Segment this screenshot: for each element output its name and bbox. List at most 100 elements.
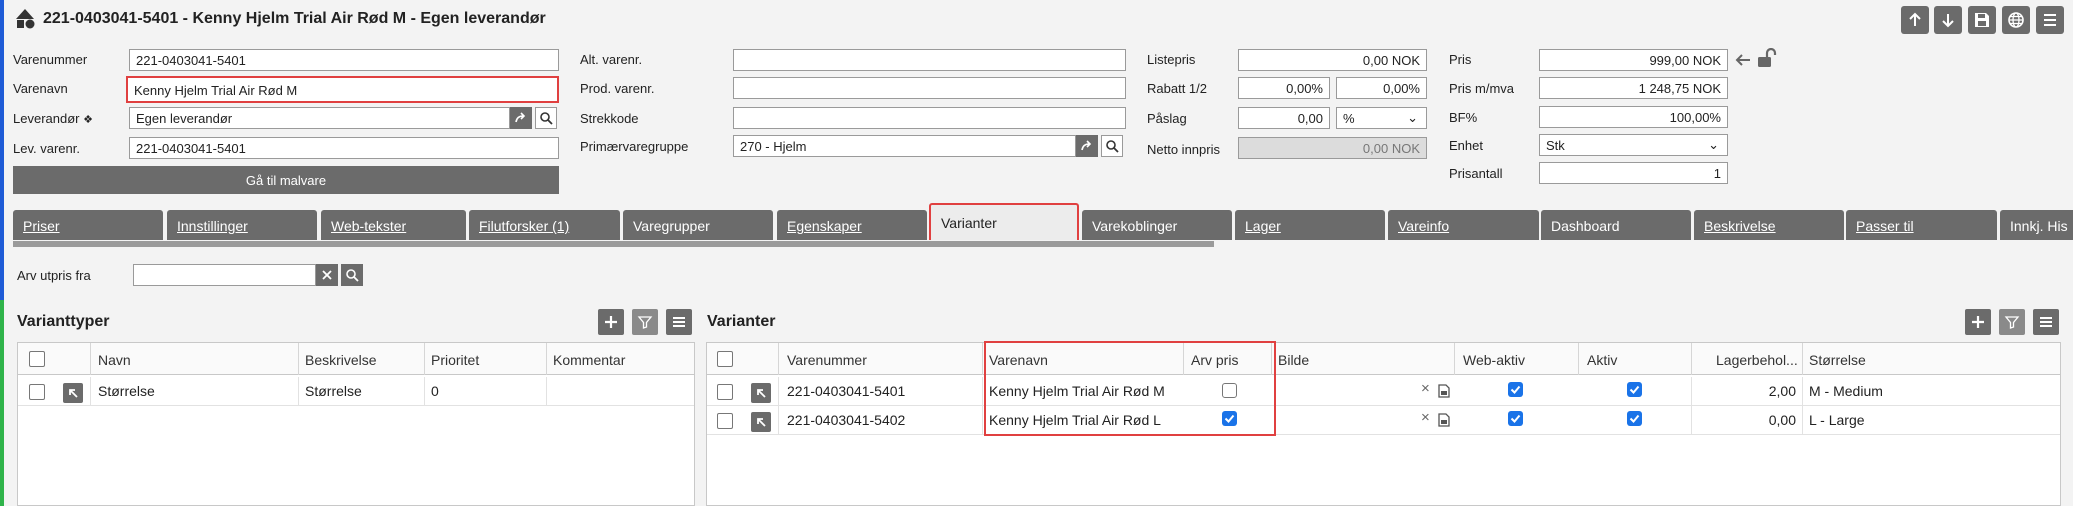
varenavn-field[interactable]: Kenny Hjelm Trial Air Rød M: [126, 76, 559, 103]
globe-button[interactable]: [2002, 6, 2030, 34]
search-icon: [1106, 140, 1119, 153]
altvarenr-label: Alt. varenr.: [580, 52, 643, 67]
cell-storrelse: L - Large: [1802, 406, 2062, 434]
listepris-field[interactable]: 0,00 NOK: [1238, 49, 1427, 71]
hamburger-icon: [2044, 14, 2056, 26]
open-row-button[interactable]: [63, 383, 83, 403]
open-row-button[interactable]: [751, 412, 771, 432]
paslag-unit-value: %: [1343, 111, 1355, 126]
leverandor-search-button[interactable]: [535, 107, 557, 129]
arrow-up-button[interactable]: [1901, 6, 1929, 34]
arv-label: Arv utpris fra: [17, 268, 91, 283]
aktiv-checkbox[interactable]: [1627, 411, 1642, 426]
tab-beskrivelse[interactable]: Beskrivelse: [1694, 210, 1844, 240]
column-header-aktiv[interactable]: Aktiv: [1578, 343, 1691, 375]
tab-web-tekster[interactable]: Web-tekster: [321, 210, 466, 240]
arv-clear-button[interactable]: [316, 264, 338, 286]
levvarenr-field[interactable]: 221-0403041-5401: [129, 137, 559, 159]
arrow-up-icon: [1909, 12, 1921, 26]
column-header-bilde[interactable]: Bilde: [1271, 343, 1454, 375]
pris-label: Pris: [1449, 52, 1472, 67]
enhet-value: Stk: [1546, 138, 1565, 153]
varenummer-field[interactable]: 221-0403041-5401: [129, 49, 559, 71]
column-header-lagerbeholdning[interactable]: Lagerbehol...: [1691, 343, 1802, 375]
column-header-prioritet[interactable]: Prioritet: [424, 343, 546, 375]
rabatt1-field[interactable]: 0,00%: [1238, 77, 1330, 99]
column-header-storrelse[interactable]: Størrelse: [1802, 343, 2062, 375]
varianttyper-menu-button[interactable]: [666, 309, 692, 335]
column-header-varenummer[interactable]: Varenummer: [778, 343, 982, 375]
file-image-icon[interactable]: [1438, 384, 1450, 398]
menu-button[interactable]: [2036, 6, 2064, 34]
tab-priser[interactable]: Priser: [13, 210, 163, 240]
paslag-field[interactable]: 0,00: [1238, 107, 1330, 129]
strekkode-field[interactable]: [733, 107, 1126, 129]
web-aktiv-checkbox[interactable]: [1508, 411, 1523, 426]
paslag-unit-select[interactable]: % ⌄: [1336, 107, 1427, 129]
tab-varianter[interactable]: Varianter: [929, 203, 1079, 240]
row-checkbox[interactable]: [29, 384, 45, 400]
column-header-navn[interactable]: Navn: [90, 343, 298, 375]
varegruppe-goto-button[interactable]: [1076, 135, 1098, 157]
prisantall-field[interactable]: 1: [1539, 162, 1728, 184]
cell-varenummer: 221-0403041-5402: [778, 406, 982, 434]
shapes-logo-icon: [16, 9, 35, 29]
varianttyper-filter-button[interactable]: [632, 309, 658, 335]
prodvarenr-field[interactable]: [733, 77, 1126, 99]
varianter-menu-button[interactable]: [2033, 309, 2059, 335]
tab-varegrupper[interactable]: Varegrupper: [623, 210, 773, 240]
leverandor-label: Leverandør ❖: [13, 111, 93, 126]
tab-egenskaper[interactable]: Egenskaper: [777, 210, 927, 240]
open-row-button[interactable]: [751, 383, 771, 403]
enhet-select[interactable]: Stk ⌄: [1539, 134, 1728, 156]
row-checkbox[interactable]: [717, 413, 733, 429]
varianttyper-header-row: Navn Beskrivelse Prioritet Kommentar: [18, 343, 694, 375]
tab-passer-til[interactable]: Passer til: [1846, 210, 1997, 240]
varianttyper-grid: Navn Beskrivelse Prioritet Kommentar Stø…: [17, 342, 695, 506]
primaervaregruppe-field[interactable]: 270 - Hjelm: [733, 135, 1076, 157]
web-aktiv-checkbox[interactable]: [1508, 382, 1523, 397]
arrow-left-icon[interactable]: [1734, 52, 1752, 68]
clear-image-icon[interactable]: ×: [1421, 409, 1430, 426]
file-image-icon[interactable]: [1438, 413, 1450, 427]
tab-innkj-his[interactable]: Innkj. His: [2000, 210, 2073, 240]
leverandor-goto-button[interactable]: [510, 107, 532, 129]
bf-field[interactable]: 100,00%: [1539, 106, 1728, 128]
cell-prioritet: 0: [424, 377, 546, 405]
column-header-beskrivelse[interactable]: Beskrivelse: [298, 343, 424, 375]
tab-varekoblinger[interactable]: Varekoblinger: [1082, 210, 1232, 240]
globe-icon: [2008, 12, 2024, 28]
tab-dashboard[interactable]: Dashboard: [1541, 210, 1691, 240]
varegruppe-search-button[interactable]: [1101, 135, 1123, 157]
column-header-kommentar[interactable]: Kommentar: [546, 343, 696, 375]
arrow-down-button[interactable]: [1934, 6, 1962, 34]
varianter-title: Varianter: [707, 313, 776, 330]
arv-search-button[interactable]: [341, 264, 363, 286]
varianter-select-all-checkbox[interactable]: [717, 351, 733, 367]
levvarenr-label: Lev. varenr.: [13, 141, 80, 156]
leverandor-field[interactable]: Egen leverandør: [129, 107, 510, 129]
row-checkbox[interactable]: [717, 384, 733, 400]
prismva-field[interactable]: 1 248,75 NOK: [1539, 77, 1728, 99]
pris-field[interactable]: 999,00 NOK: [1539, 49, 1728, 71]
unlock-icon[interactable]: [1756, 48, 1778, 68]
tab-filutforsker[interactable]: Filutforsker (1): [469, 210, 620, 240]
varianter-add-button[interactable]: [1965, 309, 1991, 335]
arv-field[interactable]: [133, 264, 316, 286]
malvare-button[interactable]: Gå til malvare: [13, 166, 559, 194]
search-icon: [540, 112, 553, 125]
tab-scrollbar[interactable]: [13, 241, 1214, 247]
varianttyper-select-all-checkbox[interactable]: [29, 351, 45, 367]
column-header-web-aktiv[interactable]: Web-aktiv: [1454, 343, 1578, 375]
tab-lager[interactable]: Lager: [1235, 210, 1385, 240]
altvarenr-field[interactable]: [733, 49, 1126, 71]
tab-vareinfo[interactable]: Vareinfo: [1388, 210, 1539, 240]
rabatt2-field[interactable]: 0,00%: [1336, 77, 1427, 99]
varianttyper-add-button[interactable]: [598, 309, 624, 335]
varianter-filter-button[interactable]: [1999, 309, 2025, 335]
aktiv-checkbox[interactable]: [1627, 382, 1642, 397]
save-button[interactable]: [1968, 6, 1996, 34]
clear-image-icon[interactable]: ×: [1421, 380, 1430, 397]
tab-innstillinger[interactable]: Innstillinger: [167, 210, 317, 240]
netto-label: Netto innpris: [1147, 142, 1220, 157]
